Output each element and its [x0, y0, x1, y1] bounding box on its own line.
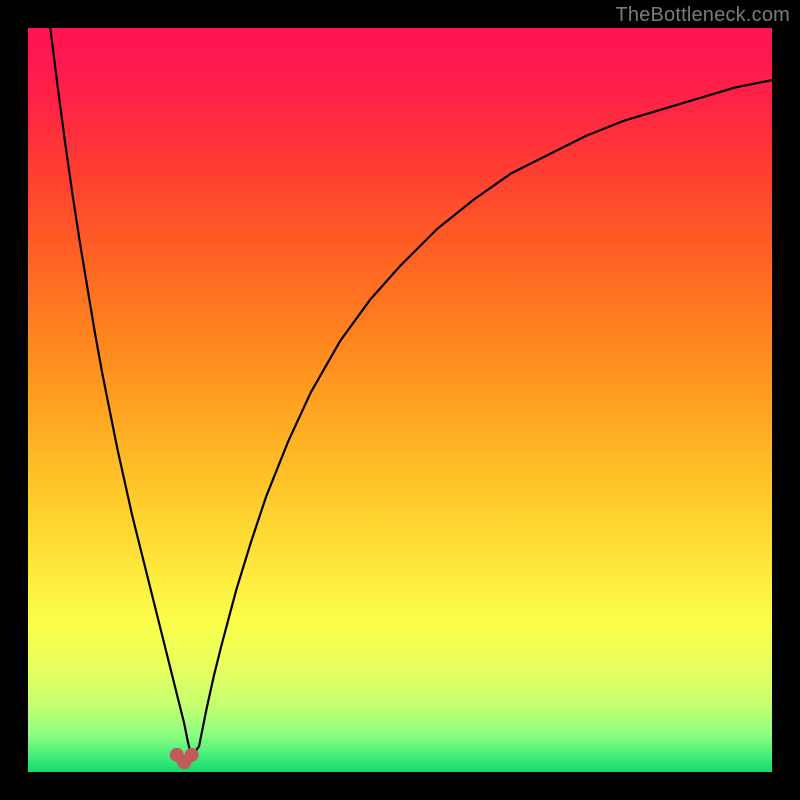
bottleneck-chart-svg: [28, 28, 772, 772]
plot-area: [28, 28, 772, 772]
gradient-background: [28, 28, 772, 772]
watermark-text: TheBottleneck.com: [615, 4, 790, 27]
chart-frame: TheBottleneck.com: [0, 0, 800, 800]
